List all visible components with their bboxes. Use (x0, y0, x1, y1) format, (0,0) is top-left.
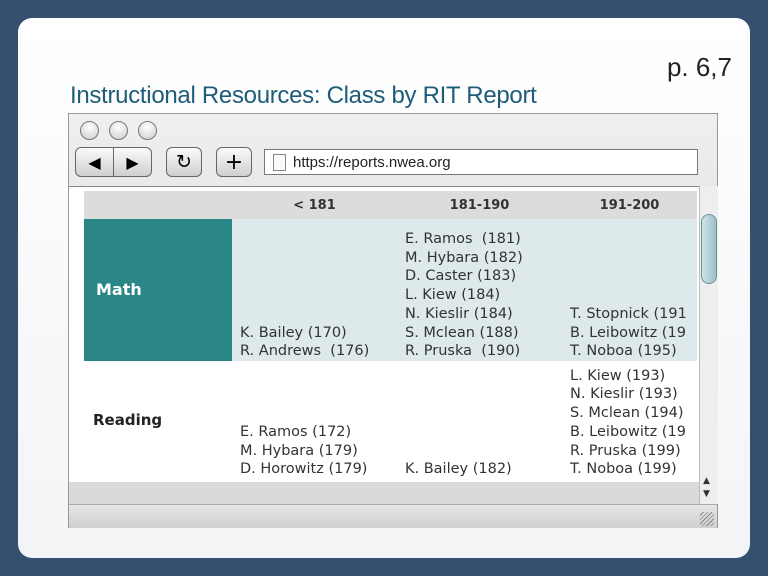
plus-icon: + (224, 149, 244, 175)
header-row: < 181 181-190 191-200 (84, 191, 697, 219)
student-entry: N. Kieslir (193) (570, 386, 678, 403)
table-row-reading: Reading E. Ramos (172) M. Hybara (179) D. … (84, 361, 697, 479)
forward-arrow-icon: ▶ (126, 152, 139, 172)
student-entry: T. Noboa (195) (570, 343, 677, 360)
row-label: Reading (93, 410, 163, 429)
student-entry: R. Andrews (176) (240, 343, 370, 360)
new-tab-button[interactable]: + (216, 147, 252, 177)
column-header: 191-200 (562, 191, 697, 219)
forward-button[interactable]: ▶ (113, 147, 152, 177)
browser-window: ◀ ▶ ↻ + https://reports.nwea.org < 181 1… (68, 113, 718, 528)
student-entry: S. Mclean (188) (405, 324, 519, 341)
close-window-button[interactable] (80, 121, 99, 140)
student-entry: E. Ramos (172) (240, 423, 352, 440)
reload-button[interactable]: ↻ (166, 147, 202, 177)
page-content: < 181 181-190 191-200 Math K. Bailey (17… (69, 186, 699, 505)
vertical-scrollbar[interactable]: ▲ ▼ (699, 186, 718, 504)
page-reference: p. 6,7 (666, 52, 732, 82)
column-header: 181-190 (397, 191, 562, 219)
resize-grip-icon[interactable] (700, 512, 714, 526)
student-entry: R. Pruska (199) (570, 442, 681, 459)
table-cell: E. Ramos (181) M. Hybara (182) D. Caster (… (397, 219, 562, 361)
student-entry: M. Hybara (182) (405, 249, 523, 266)
student-entry: D. Caster (183) (405, 268, 517, 285)
column-header (84, 191, 232, 219)
student-entry: K. Bailey (182) (405, 461, 512, 478)
back-arrow-icon: ◀ (88, 152, 101, 172)
table-cell: K. Bailey (170) R. Andrews (176) (232, 219, 397, 361)
table-cell: T. Stopnick (191 B. Leibowitz (19 T. Noboa… (562, 219, 697, 361)
student-entry: T. Stopnick (191 (570, 305, 687, 322)
horizontal-bar (69, 482, 699, 505)
table-cell: K. Bailey (182) (397, 361, 562, 479)
slide-title: Instructional Resources: Class by RIT Re… (70, 82, 537, 109)
url-text: https://reports.nwea.org (293, 153, 451, 171)
zoom-window-button[interactable] (138, 121, 157, 140)
table-row-math: Math K. Bailey (170) R. Andrews (176) E. … (84, 219, 697, 361)
table-cell: L. Kiew (193) N. Kieslir (193) S. Mclean (… (562, 361, 697, 479)
student-entry: L. Kiew (193) (570, 367, 666, 384)
column-header: < 181 (232, 191, 397, 219)
back-button[interactable]: ◀ (75, 147, 114, 177)
url-field[interactable]: https://reports.nwea.org (264, 149, 698, 175)
class-by-rit-table: < 181 181-190 191-200 Math K. Bailey (17… (84, 191, 697, 479)
table-cell: E. Ramos (172) M. Hybara (179) D. Horowitz… (232, 361, 397, 479)
scroll-down-icon[interactable]: ▼ (703, 489, 710, 499)
student-entry: T. Noboa (199) (570, 461, 677, 478)
student-entry: B. Leibowitz (19 (570, 324, 686, 341)
student-entry: D. Horowitz (179) (240, 461, 368, 478)
student-entry: B. Leibowitz (19 (570, 423, 686, 440)
student-entry: K. Bailey (170) (240, 324, 347, 341)
student-entry: R. Pruska (190) (405, 343, 521, 360)
student-entry: N. Kieslir (184) (405, 305, 513, 322)
page-icon (273, 154, 286, 171)
scroll-up-icon[interactable]: ▲ (703, 476, 710, 486)
student-entry: S. Mclean (194) (570, 405, 684, 422)
row-label: Math (84, 219, 232, 361)
status-bar (69, 504, 717, 528)
scrollbar-thumb[interactable] (701, 214, 717, 284)
student-entry: L. Kiew (184) (405, 287, 501, 304)
reload-icon: ↻ (176, 151, 192, 173)
student-entry: E. Ramos (181) (405, 231, 521, 248)
student-entry: M. Hybara (179) (240, 442, 358, 459)
minimize-window-button[interactable] (109, 121, 128, 140)
